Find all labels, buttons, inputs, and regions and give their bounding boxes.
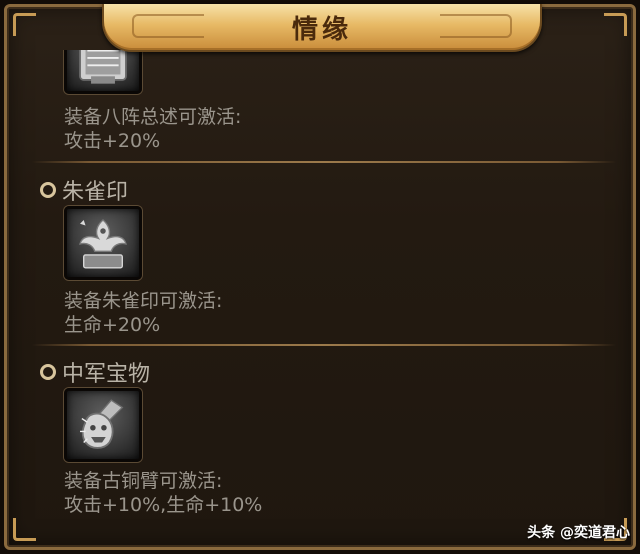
bullet-icon [40, 182, 56, 198]
bronze-arm-guard-icon[interactable] [64, 388, 142, 462]
activation-condition: 装备朱雀印可激活: [64, 290, 223, 312]
activation-condition: 装备八阵总述可激活: [64, 106, 242, 128]
entry-title: 中军宝物 [62, 362, 151, 387]
banner-ornament [132, 14, 204, 38]
activation-condition: 装备古铜臂可激活: [64, 470, 223, 492]
entry-title: 朱雀印 [62, 180, 129, 205]
banner-ornament [440, 14, 512, 38]
divider [32, 161, 616, 163]
entry-list[interactable]: 装备八阵总述可激活: 攻击+20% 朱雀印 装备朱雀印可激活: 生命+20% 中… [10, 50, 630, 546]
divider [32, 344, 616, 346]
watermark: 头条 @奕道君心 [527, 525, 630, 541]
panel-corner-ornament [13, 13, 36, 36]
title-banner: 情缘 [102, 4, 542, 52]
bonus-text: 攻击+20% [64, 130, 161, 152]
bonus-text: 生命+20% [64, 314, 161, 336]
bullet-icon [40, 364, 56, 380]
bagua-array-icon[interactable] [64, 50, 142, 94]
panel-corner-ornament [604, 13, 627, 36]
bonus-text: 攻击+10%,生命+10% [64, 494, 263, 516]
vermilion-bird-seal-icon[interactable] [64, 206, 142, 280]
panel-title: 情缘 [291, 14, 352, 45]
